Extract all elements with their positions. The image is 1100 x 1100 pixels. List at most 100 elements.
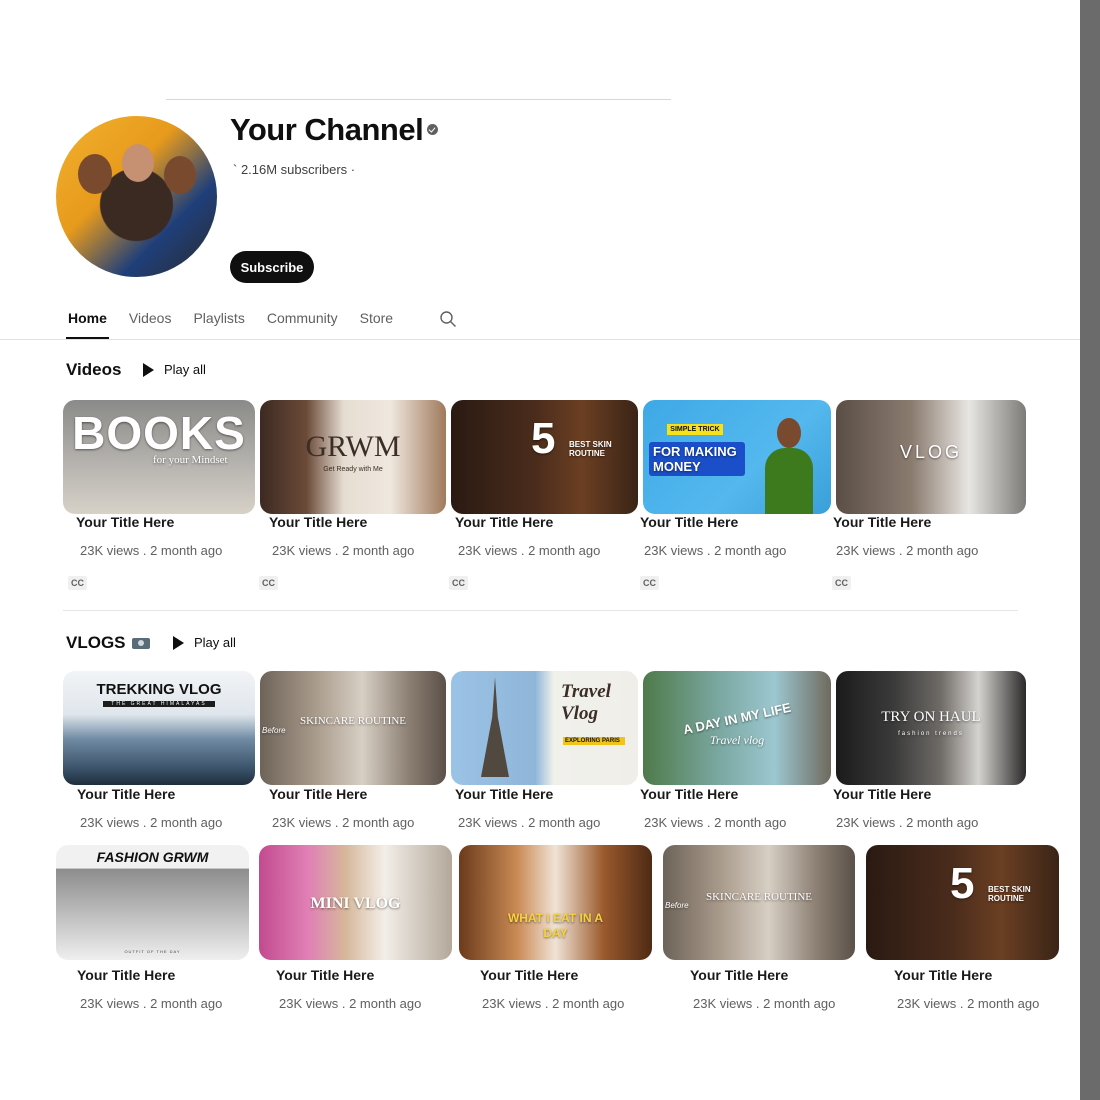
video-title[interactable]: Your Title Here xyxy=(690,967,788,983)
avatar[interactable] xyxy=(56,116,217,277)
thumbnail-person xyxy=(765,448,813,514)
thumbnail-subtext: BEST SKIN ROUTINE xyxy=(988,885,1031,903)
thumbnail-subtext: Before xyxy=(262,726,286,735)
scroll-right-arrow[interactable] xyxy=(1026,713,1040,735)
tab-community[interactable]: Community xyxy=(267,310,338,340)
section-divider xyxy=(63,610,1018,611)
video-title[interactable]: Your Title Here xyxy=(455,514,553,530)
cc-badge: CC xyxy=(259,576,278,590)
video-title[interactable]: Your Title Here xyxy=(640,514,738,530)
thumbnail-subtext: Travel vlog xyxy=(709,733,765,747)
video-thumbnail[interactable]: BOOKS for your Mindset xyxy=(63,400,255,514)
video-title[interactable]: Your Title Here xyxy=(455,786,553,802)
thumbnail-text: TRY ON HAUL xyxy=(881,709,981,725)
tabs-divider xyxy=(0,339,1080,340)
thumbnail-text: FOR MAKING MONEY xyxy=(649,442,745,476)
video-meta: 23K views . 2 month ago xyxy=(80,996,223,1011)
video-title[interactable]: Your Title Here xyxy=(77,786,175,802)
video-meta: 23K views . 2 month ago xyxy=(80,543,223,558)
video-thumbnail[interactable]: 5 BEST SKIN ROUTINE xyxy=(451,400,638,514)
avatar-face xyxy=(122,144,154,182)
video-title[interactable]: Your Title Here xyxy=(269,786,367,802)
top-divider xyxy=(166,99,671,100)
thumbnail-subtext: THE GREAT HIMALAYAS xyxy=(103,701,215,707)
video-thumbnail[interactable]: SKINCARE ROUTINE Before xyxy=(663,845,855,960)
thumbnail-subtext: OUTFIT OF THE DAY xyxy=(124,949,181,954)
video-meta: 23K views . 2 month ago xyxy=(644,543,787,558)
channel-tabs: Home Videos Playlists Community Store xyxy=(66,310,415,340)
video-thumbnail[interactable]: Travel Vlog EXPLORING PARIS xyxy=(451,671,638,785)
thumbnail-subtext: EXPLORING PARIS xyxy=(563,737,625,745)
section-title-vlogs: VLOGS xyxy=(66,633,150,653)
subscriber-count: ` 2.16M subscribers · xyxy=(233,162,356,177)
thumbnail-subtext: for your Mindset xyxy=(153,454,228,466)
eiffel-tower-shape xyxy=(481,677,509,777)
video-meta: 23K views . 2 month ago xyxy=(272,543,415,558)
video-meta: 23K views . 2 month ago xyxy=(458,815,601,830)
video-meta: 23K views . 2 month ago xyxy=(693,996,836,1011)
video-thumbnail[interactable]: VLOG xyxy=(836,400,1026,514)
right-edge-bar xyxy=(1080,0,1100,1100)
video-meta: 23K views . 2 month ago xyxy=(272,815,415,830)
thumbnail-subtext: Get Ready with Me xyxy=(323,466,383,473)
video-title[interactable]: Your Title Here xyxy=(833,514,931,530)
thumbnail-text: GRWM xyxy=(305,430,401,463)
subscribe-button[interactable]: Subscribe xyxy=(230,251,314,283)
avatar-face xyxy=(164,156,196,194)
video-thumbnail[interactable]: WHAT I EAT IN A DAY xyxy=(459,845,652,960)
camera-icon xyxy=(131,638,150,650)
avatar-face xyxy=(78,154,112,194)
video-meta: 23K views . 2 month ago xyxy=(458,543,601,558)
thumbnail-person xyxy=(777,418,801,448)
video-meta: 23K views . 2 month ago xyxy=(897,996,1040,1011)
thumbnail-text: Travel Vlog xyxy=(561,681,611,724)
tab-store[interactable]: Store xyxy=(360,310,393,340)
video-thumbnail[interactable]: FOR MAKING MONEY SIMPLE TRICK xyxy=(643,400,831,514)
video-thumbnail[interactable]: TRY ON HAUL fashion trends xyxy=(836,671,1026,785)
cc-badge: CC xyxy=(68,576,87,590)
video-title[interactable]: Your Title Here xyxy=(833,786,931,802)
thumbnail-text: TREKKING VLOG xyxy=(96,681,222,698)
search-icon[interactable] xyxy=(439,310,457,328)
video-thumbnail[interactable]: FASHION GRWM OUTFIT OF THE DAY xyxy=(56,845,249,960)
video-thumbnail[interactable]: GRWM Get Ready with Me xyxy=(260,400,446,514)
thumbnail-text: WHAT I EAT IN A DAY xyxy=(507,911,604,940)
video-title[interactable]: Your Title Here xyxy=(76,514,174,530)
video-title[interactable]: Your Title Here xyxy=(269,514,367,530)
scroll-right-arrow[interactable] xyxy=(1026,441,1040,463)
thumbnail-subtext: BEST SKIN ROUTINE xyxy=(569,440,612,458)
section-title-videos: Videos xyxy=(66,360,122,379)
video-thumbnail[interactable]: 5 BEST SKIN ROUTINE xyxy=(866,845,1059,960)
video-meta: 23K views . 2 month ago xyxy=(836,815,979,830)
thumbnail-subtext: Before xyxy=(665,901,689,910)
video-title[interactable]: Your Title Here xyxy=(894,967,992,983)
play-all-button[interactable]: Play all xyxy=(173,635,236,650)
play-icon xyxy=(173,635,184,650)
video-meta: 23K views . 2 month ago xyxy=(80,815,223,830)
video-thumbnail[interactable]: TREKKING VLOG THE GREAT HIMALAYAS xyxy=(63,671,255,785)
cc-badge: CC xyxy=(449,576,468,590)
section-title-text: VLOGS xyxy=(66,633,126,652)
video-thumbnail[interactable]: SKINCARE ROUTINE Before xyxy=(260,671,446,785)
video-title[interactable]: Your Title Here xyxy=(276,967,374,983)
tab-videos[interactable]: Videos xyxy=(129,310,172,340)
video-meta: 23K views . 2 month ago xyxy=(644,815,787,830)
video-title[interactable]: Your Title Here xyxy=(640,786,738,802)
cc-badge: CC xyxy=(832,576,851,590)
video-thumbnail[interactable]: A DAY IN MY LIFE Travel vlog xyxy=(643,671,831,785)
video-title[interactable]: Your Title Here xyxy=(480,967,578,983)
play-icon xyxy=(143,362,154,377)
video-meta: 23K views . 2 month ago xyxy=(836,543,979,558)
cc-badge: CC xyxy=(640,576,659,590)
thumbnail-text: MINI VLOG xyxy=(310,895,401,912)
play-all-label: Play all xyxy=(164,362,206,377)
thumbnail-text: BOOKS xyxy=(72,407,246,459)
play-all-button[interactable]: Play all xyxy=(143,362,206,377)
tab-home[interactable]: Home xyxy=(66,310,109,340)
tab-playlists[interactable]: Playlists xyxy=(193,310,244,340)
play-all-label: Play all xyxy=(194,635,236,650)
video-title[interactable]: Your Title Here xyxy=(77,967,175,983)
verified-check-icon xyxy=(427,124,438,135)
video-thumbnail[interactable]: MINI VLOG xyxy=(259,845,452,960)
video-meta: 23K views . 2 month ago xyxy=(482,996,625,1011)
